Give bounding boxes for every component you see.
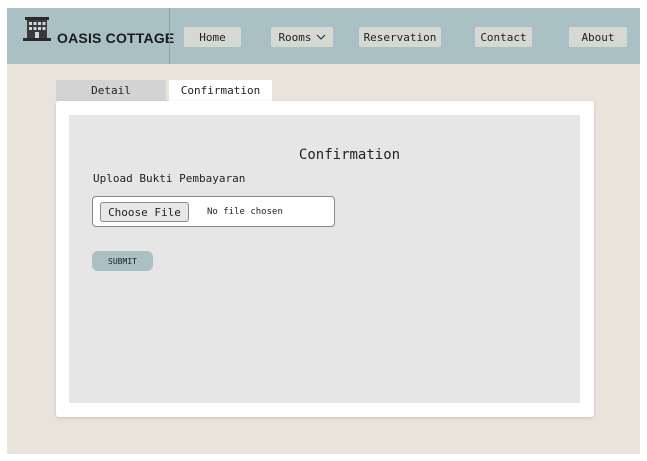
nav-home-button[interactable]: Home <box>184 27 241 47</box>
tab-confirmation[interactable]: Confirmation <box>169 80 272 101</box>
confirmation-form: Confirmation Upload Bukti Pembayaran Cho… <box>69 115 580 403</box>
tab-confirmation-label: Confirmation <box>180 84 261 97</box>
nav-rooms-button[interactable]: Rooms <box>271 27 333 47</box>
nav-about-label: About <box>581 30 615 44</box>
building-icon <box>23 17 51 41</box>
nav-reservation-button[interactable]: Reservation <box>359 27 441 47</box>
chevron-down-icon <box>316 34 325 40</box>
choose-file-button[interactable]: Choose File <box>100 202 189 222</box>
confirmation-card: Confirmation Upload Bukti Pembayaran Cho… <box>56 101 594 417</box>
submit-button[interactable]: SUBMIT <box>92 251 153 271</box>
brand-name[interactable]: OASIS COTTAGE <box>57 30 174 46</box>
nav-home-label: Home <box>199 30 226 44</box>
file-input[interactable]: Choose File No file chosen <box>92 196 335 227</box>
upload-label: Upload Bukti Pembayaran <box>93 172 246 185</box>
nav-rooms-label: Rooms <box>278 30 312 44</box>
header-divider <box>169 8 170 64</box>
page: OASIS COTTAGE Home Rooms Reservation Con… <box>7 8 640 454</box>
header: OASIS COTTAGE Home Rooms Reservation Con… <box>7 8 640 64</box>
file-status: No file chosen <box>207 207 283 217</box>
form-title: Confirmation <box>298 147 401 163</box>
nav-reservation-label: Reservation <box>363 30 437 44</box>
nav-about-button[interactable]: About <box>569 27 627 47</box>
tab-detail[interactable]: Detail <box>56 80 166 101</box>
nav-contact-button[interactable]: Contact <box>475 27 532 47</box>
nav-contact-label: Contact <box>480 30 527 44</box>
tab-detail-label: Detail <box>91 84 131 97</box>
